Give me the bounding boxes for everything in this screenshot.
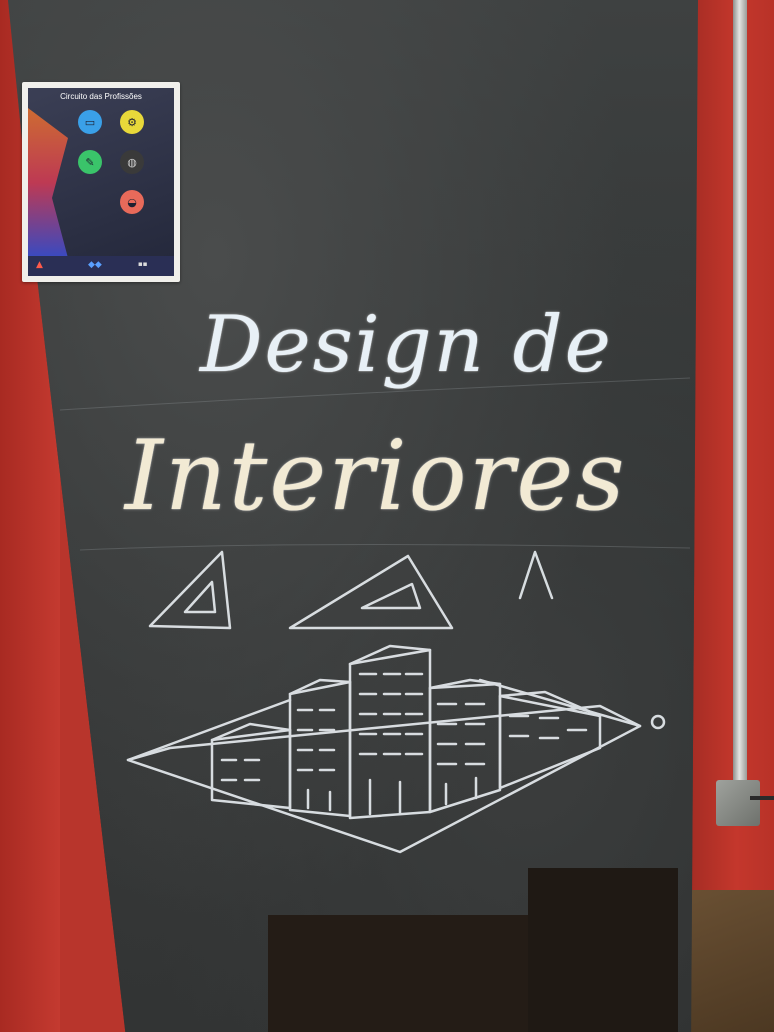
faded-chalk-streak bbox=[79, 543, 691, 551]
caret-mark-icon bbox=[518, 550, 554, 600]
chalk-heading-line-1: Design de bbox=[200, 300, 613, 390]
chalk-heading-line-2: Interiores bbox=[125, 420, 627, 532]
perspective-base bbox=[126, 704, 642, 854]
perspective-line-right bbox=[478, 678, 642, 728]
board-screw-icon bbox=[650, 714, 666, 730]
set-square-small-icon bbox=[148, 550, 232, 630]
set-square-large-icon bbox=[288, 554, 454, 630]
perspective-line-left bbox=[126, 698, 292, 762]
set-square-large-inner bbox=[360, 582, 422, 610]
building-doors bbox=[306, 776, 478, 816]
